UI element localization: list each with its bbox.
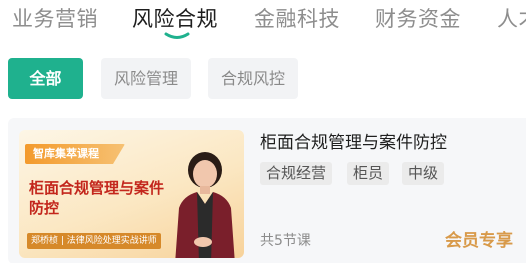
instructor-portrait — [175, 152, 235, 258]
course-tag: 合规经营 — [260, 162, 333, 185]
course-tag: 柜员 — [347, 162, 390, 185]
filter-risk-management[interactable]: 风险管理 — [101, 58, 191, 99]
tab-business-marketing[interactable]: 业务营销 — [12, 2, 98, 36]
thumbnail-title: 柜面合规管理与案件防控 — [29, 179, 165, 217]
course-tag: 中级 — [402, 162, 445, 185]
thumbnail-badge: 智库集萃课程 — [25, 144, 125, 164]
member-exclusive-badge: 会员专享 — [445, 231, 513, 251]
course-thumbnail[interactable]: 智库集萃课程 柜面合规管理与案件防控 郑桥桢 | 法律风险处理实战讲师 — [19, 130, 244, 258]
category-tab-bar: 业务营销 风险合规 金融科技 财务资金 人才 — [0, 0, 526, 44]
filter-all[interactable]: 全部 — [8, 58, 83, 99]
filter-chip-row: 全部 风险管理 合规风控 — [8, 58, 508, 100]
tab-risk-compliance[interactable]: 风险合规 — [132, 2, 218, 36]
tab-talent[interactable]: 人才 — [497, 2, 526, 36]
course-title[interactable]: 柜面合规管理与案件防控 — [260, 132, 447, 154]
tab-fintech[interactable]: 金融科技 — [254, 2, 340, 36]
lesson-count: 共5节课 — [260, 233, 311, 249]
thumbnail-author: 郑桥桢 | 法律风险处理实战讲师 — [27, 233, 161, 249]
filter-compliance-control[interactable]: 合规风控 — [208, 58, 298, 99]
active-tab-indicator — [164, 32, 190, 39]
tab-finance-funds[interactable]: 财务资金 — [375, 2, 461, 36]
course-card[interactable]: 智库集萃课程 柜面合规管理与案件防控 郑桥桢 | 法律风险处理实战讲师 柜面合规… — [8, 118, 526, 263]
